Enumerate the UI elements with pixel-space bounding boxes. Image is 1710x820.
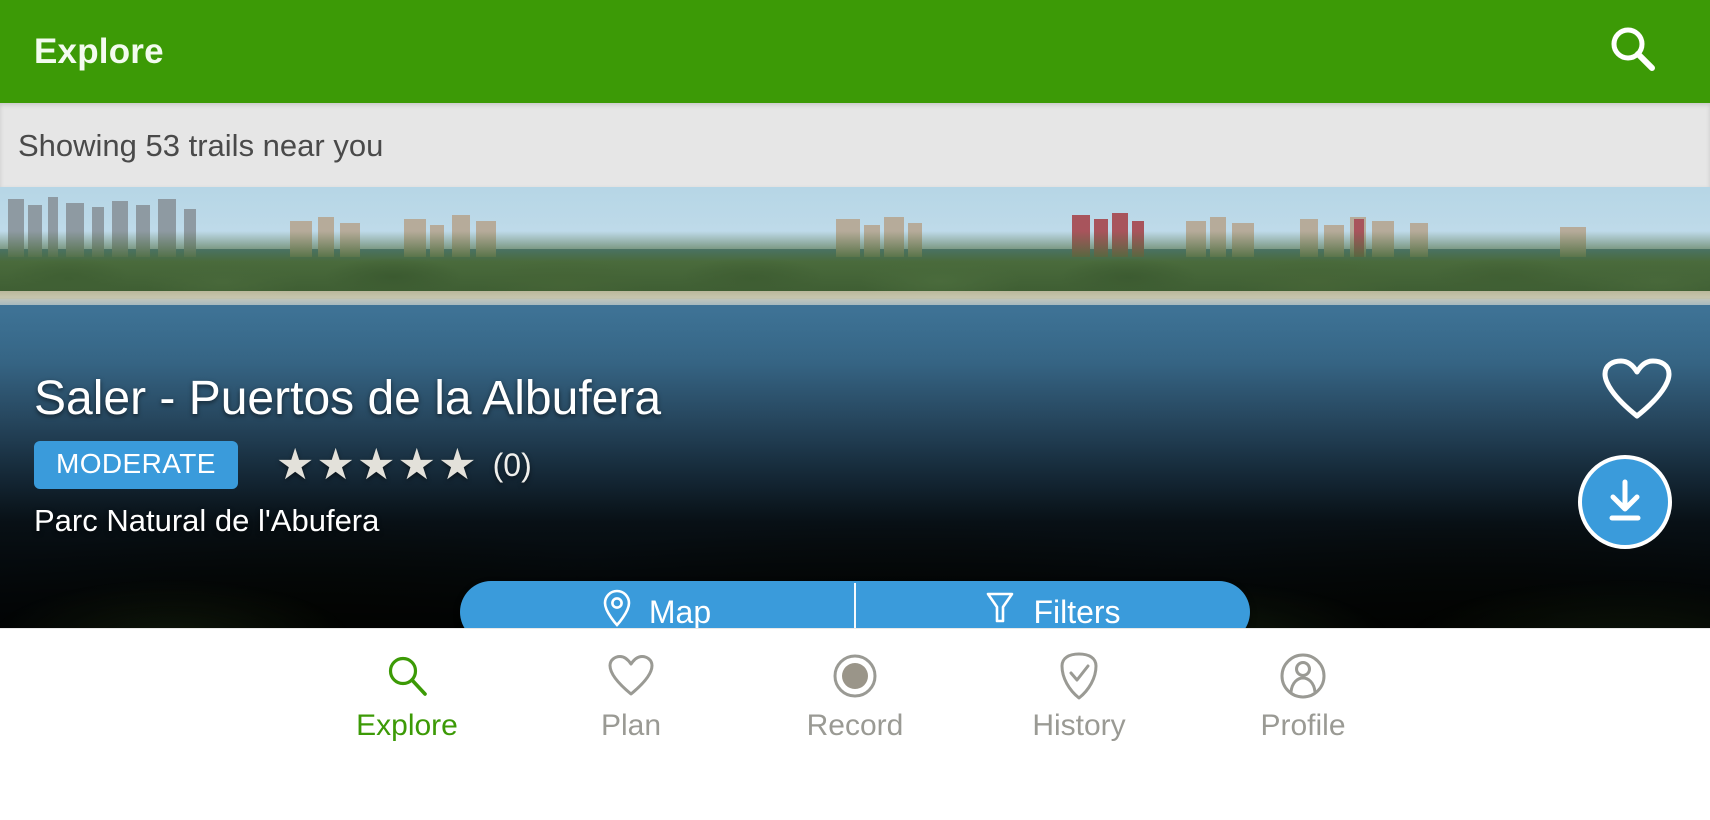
download-button[interactable] [1578, 455, 1672, 549]
person-icon [1280, 651, 1326, 701]
nav-label-record: Record [806, 709, 904, 742]
record-circle-icon [832, 651, 878, 701]
favorite-button[interactable] [1600, 355, 1674, 429]
star-icon: ★ [397, 440, 437, 489]
nav-item-history[interactable]: History [967, 629, 1191, 741]
app-bar: Explore [0, 0, 1710, 103]
difficulty-badge: MODERATE [34, 441, 238, 489]
search-button[interactable] [1596, 16, 1668, 88]
nav-item-plan[interactable]: Plan [519, 629, 743, 741]
filters-button-label: Filters [1033, 593, 1121, 630]
star-icon: ★ [356, 440, 396, 489]
trail-meta-row: MODERATE ★ ★ ★ ★ ★ (0) [34, 441, 661, 489]
photo-treeline [0, 231, 1710, 299]
nav-label-explore: Explore [356, 709, 458, 742]
trail-title: Saler - Puertos de la Albufera [34, 372, 662, 426]
nav-item-profile[interactable]: Profile [1191, 629, 1415, 741]
star-icon: ★ [275, 440, 315, 489]
shield-check-icon [1058, 651, 1100, 701]
heart-outline-icon [1602, 358, 1672, 427]
rating-stars: ★ ★ ★ ★ ★ (0) [275, 440, 532, 489]
search-icon [1604, 21, 1660, 82]
heart-outline-icon [608, 651, 654, 701]
nav-item-record[interactable]: Record [743, 629, 967, 741]
search-icon [384, 651, 430, 701]
trail-subtitle: Parc Natural de l'Abufera [34, 503, 380, 538]
trail-info: Saler - Puertos de la Albufera MODERATE … [34, 373, 661, 536]
nav-item-explore[interactable]: Explore [295, 629, 519, 741]
star-icon: ★ [438, 440, 477, 489]
page-title: Explore [34, 32, 164, 71]
trail-card[interactable]: Saler - Puertos de la Albufera MODERATE … [0, 187, 1710, 628]
nav-label-plan: Plan [600, 709, 662, 742]
photo-beach [0, 291, 1710, 305]
nav-label-history: History [1032, 709, 1126, 742]
app-root: Explore Showing 53 trails near you Saler… [0, 0, 1710, 820]
nav-label-profile: Profile [1260, 709, 1346, 742]
results-status-bar: Showing 53 trails near you [0, 103, 1710, 187]
download-icon [1599, 474, 1651, 531]
results-count-text: Showing 53 trails near you [18, 127, 384, 163]
star-icon: ★ [316, 440, 355, 489]
rating-count: (0) [492, 447, 532, 483]
map-button-label: Map [648, 593, 712, 630]
bottom-navigation: Explore Plan Record History Profile [0, 628, 1710, 820]
